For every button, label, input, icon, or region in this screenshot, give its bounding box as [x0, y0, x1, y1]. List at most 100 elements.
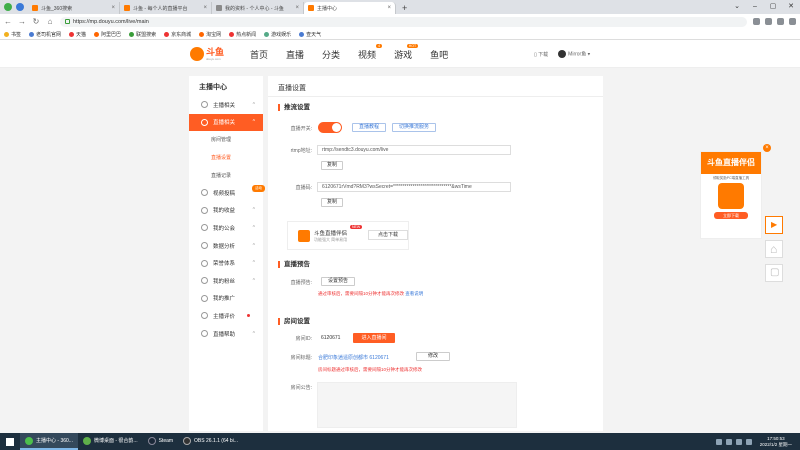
sidebar-item-live[interactable]: 直播相关 ^ [189, 113, 263, 132]
switch-label: 直播开关: [290, 126, 312, 132]
sidebar-item-honor[interactable]: 荣誉体系 ^ [189, 254, 263, 272]
steam-icon [147, 436, 156, 445]
bookmark-label: 查天气 [306, 31, 322, 38]
new-tab-button[interactable]: + [396, 2, 413, 14]
extension-icon[interactable] [777, 18, 784, 25]
rtmp-input[interactable]: rtmp://sendtc3.douyu.com/live [317, 145, 511, 155]
new-badge: NEW [350, 225, 363, 229]
tutorial-button[interactable]: 直播教程 [352, 123, 386, 132]
bookmark-item[interactable]: 老司机官网 [29, 31, 61, 38]
network-icon[interactable] [735, 438, 742, 445]
nav-video[interactable]: 视频 4 [358, 44, 383, 61]
extension-icon[interactable] [753, 18, 760, 25]
tab-360-search[interactable]: 斗鱼_360搜索 × [28, 2, 120, 14]
volume-icon[interactable] [745, 438, 752, 445]
tab-douyu-home[interactable]: 斗鱼 - 每个人的直播平台 × [120, 2, 212, 14]
clock[interactable]: 17:50:53 2022/1/2 星期一 [756, 436, 796, 448]
bookmark-item[interactable]: 查天气 [299, 31, 321, 38]
bookmark-item[interactable]: 游戏娱乐 [264, 31, 291, 38]
forward-button[interactable]: → [18, 17, 26, 26]
sidebar-item-help[interactable]: 直播帮助 ^ [189, 325, 263, 343]
nav-fishbar[interactable]: 鱼吧 [430, 48, 448, 61]
sidebar-item-label: 数据分析 [213, 243, 236, 250]
set-notice-button[interactable]: 设置预告 [321, 277, 355, 286]
reload-button[interactable]: ↻ [32, 17, 40, 26]
nav-category[interactable]: 分类 [322, 48, 340, 61]
companion-promo: 斗鱼直播伴侣 NEW 功能强大 简单易用 点击下载 [287, 221, 409, 250]
bookmark-item[interactable]: 淘宝网 [199, 31, 221, 38]
announce-textarea[interactable] [317, 382, 517, 428]
tab-streamer-center[interactable]: 主播中心 × [304, 2, 396, 14]
user-menu[interactable]: Mirror鱼 ▾ [558, 50, 590, 58]
sidebar-item-guild[interactable]: 我的公会 ^ [189, 219, 263, 237]
nav-live[interactable]: 直播 [286, 48, 304, 61]
taskbar-label: 主播中心 - 360... [36, 438, 73, 444]
view-explanation-link[interactable]: 查看说明 [405, 291, 423, 296]
house-icon[interactable] [765, 240, 783, 258]
play-icon[interactable] [765, 216, 783, 234]
close-window-button[interactable]: ✕ [782, 0, 800, 14]
sidebar-sub-live-settings[interactable]: 直播设置 [189, 149, 263, 167]
sidebar-item-fans[interactable]: 我的粉丝 ^ [189, 272, 263, 290]
close-icon[interactable]: × [295, 5, 299, 11]
copy-code-button[interactable]: 复制 [321, 198, 343, 207]
taskbar-app-browser[interactable]: 主播中心 - 360... [20, 433, 78, 450]
bookmark-item[interactable]: 阿里巴巴 [94, 31, 121, 38]
minimize-button[interactable]: – [746, 0, 764, 14]
sidebar-item-analytics[interactable]: 数据分析 ^ [189, 237, 263, 255]
url-input[interactable]: https://mp.douyu.com/live/main [60, 16, 747, 27]
tab-label: 斗鱼_360搜索 [41, 5, 73, 12]
ad-download-button[interactable]: 立即下载 [714, 212, 748, 219]
sidebar-item-rating[interactable]: 主播评价 [189, 307, 263, 325]
chevron-up-icon: ^ [252, 260, 255, 267]
sidebar-item-streamer[interactable]: 主播相关 ^ [189, 96, 263, 114]
home-icon[interactable]: ⌂ [46, 17, 54, 26]
maximize-button[interactable]: ▢ [764, 0, 782, 14]
bookmark-label: 联盟搜索 [136, 31, 157, 38]
taskbar-app-weibo[interactable]: 微博桌面 - 很合韵... [78, 433, 143, 450]
close-icon[interactable]: × [203, 5, 207, 11]
sidebar-item-income[interactable]: 我的收益 ^ [189, 202, 263, 220]
menu-icon[interactable] [789, 18, 796, 25]
chevron-up-icon: ^ [252, 224, 255, 231]
nav-game[interactable]: 游戏 HOT [394, 44, 419, 61]
close-icon[interactable]: × [111, 5, 115, 11]
tray-icon[interactable] [725, 438, 732, 445]
live-toggle[interactable] [318, 122, 342, 133]
nav-home[interactable]: 首页 [250, 48, 268, 61]
douyu-logo[interactable]: 斗鱼 douyu.com [190, 45, 228, 63]
logo-text: 斗鱼 [206, 47, 225, 57]
enter-room-button[interactable]: 进入直播间 [353, 333, 395, 343]
tab-my-profile[interactable]: 我的资料 - 个人中心 - 斗鱼 × [212, 2, 304, 14]
taskbar-app-steam[interactable]: Steam [143, 433, 178, 450]
browser-menu-icon[interactable] [16, 3, 24, 11]
download-link[interactable]: ▯ 下载 [534, 51, 548, 58]
sidebar-item-promotion[interactable]: 我的推广 [189, 290, 263, 308]
switch-server-button[interactable]: 切换推流服务 [392, 123, 436, 132]
close-ad-button[interactable]: × [763, 144, 771, 152]
bookmark-item[interactable]: 天猫 [69, 31, 86, 38]
close-icon[interactable]: × [387, 5, 391, 11]
bookmark-item[interactable]: 书签 [4, 31, 21, 38]
download-button[interactable]: 点击下载 [368, 230, 408, 240]
edit-title-button[interactable]: 修改 [416, 352, 450, 361]
tab-list-icon[interactable]: ⌄ [728, 0, 746, 14]
tray-icon[interactable] [715, 438, 722, 445]
back-button[interactable]: ← [4, 17, 12, 26]
bookmark-item[interactable]: 联盟搜索 [129, 31, 156, 38]
companion-ad[interactable]: 斗鱼直播伴侣 领取奖励PC端直播工具 立即下载 [700, 151, 762, 239]
bookmark-item[interactable]: 热点新闻 [229, 31, 256, 38]
medal-icon [201, 259, 208, 267]
bookmark-item[interactable]: 京东商城 [164, 31, 191, 38]
extension-icon[interactable] [765, 18, 772, 25]
user-icon [201, 101, 208, 109]
sidebar-sub-room-manage[interactable]: 房间管理 [189, 131, 263, 149]
taskbar-app-obs[interactable]: OBS 26.1.1 (64 bi... [178, 433, 243, 450]
stream-code-input[interactable]: 6120671rVmd?RM3?wsSecret=***************… [317, 182, 511, 192]
sidebar-sub-live-record[interactable]: 直播记录 [189, 166, 263, 184]
ad-title: 斗鱼直播伴侣 [701, 152, 761, 174]
copy-rtmp-button[interactable]: 复制 [321, 161, 343, 170]
sidebar-item-video[interactable]: 视频投稿 ^ 活动 [189, 184, 265, 202]
square-icon[interactable] [765, 264, 783, 282]
start-button[interactable] [0, 433, 20, 450]
